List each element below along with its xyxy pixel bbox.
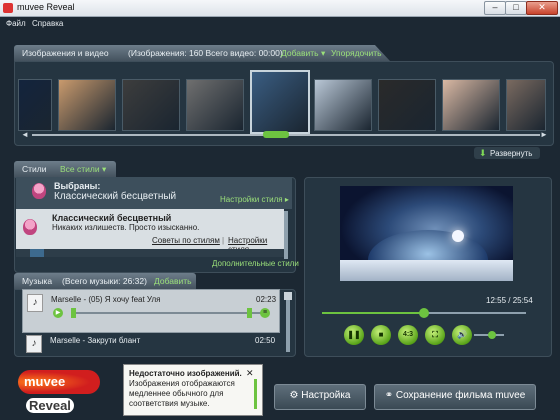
stop-button[interactable]: ■ xyxy=(371,325,391,345)
music-header: Музыка (Всего музыки: 26:32) Добавить xyxy=(14,273,196,289)
media-thumbnail[interactable] xyxy=(506,79,546,131)
style-tips-link[interactable]: Советы по стилям xyxy=(152,236,220,245)
logo-brand: muvee xyxy=(24,374,66,389)
seek-progress xyxy=(322,312,424,314)
menu-file[interactable]: Файл xyxy=(6,19,26,28)
selected-label: Выбраны: xyxy=(54,181,101,191)
styles-scrollbar[interactable] xyxy=(284,211,288,259)
play-icon[interactable]: ▶ xyxy=(53,308,63,318)
share-icon: ⚭ xyxy=(384,390,394,401)
style-list-item[interactable]: Классический бесцветный Никаких излишест… xyxy=(16,209,284,254)
chevron-down-icon: ▾ xyxy=(320,48,326,58)
arrow-down-icon: ⬇ xyxy=(479,148,487,158)
notice-body: Изображения отображаются медленнее обычн… xyxy=(129,379,235,408)
save-movie-button-label: Сохранение фильма muvee xyxy=(395,390,526,401)
style-thumbnail-icon xyxy=(23,219,37,235)
track-title: Marselle - Закрути блант xyxy=(50,336,141,345)
chevron-down-icon: ▾ xyxy=(101,164,107,174)
save-movie-button[interactable]: ⚭ Сохранение фильма muvee xyxy=(374,384,536,410)
playback-time: 12:55 / 25:54 xyxy=(486,296,533,305)
media-thumbnail[interactable] xyxy=(250,70,310,134)
media-thumbnail[interactable] xyxy=(18,79,52,131)
music-add-link[interactable]: Добавить xyxy=(154,276,192,286)
track-title: Marselle - (05) Я хочу feat Уля xyxy=(51,295,161,304)
media-thumbnail[interactable] xyxy=(442,79,500,131)
scroll-left-icon[interactable]: ◄ xyxy=(21,130,29,139)
snow-ground xyxy=(340,260,513,281)
gallery-summary: (Изображения: 160 Всего видео: 00:00) xyxy=(128,48,283,58)
muvee-reveal-logo: muvee Reveal xyxy=(18,370,100,413)
scroll-right-icon[interactable]: ► xyxy=(540,130,548,139)
style-item-title: Классический бесцветный xyxy=(52,213,172,223)
maximize-button[interactable]: □ xyxy=(505,1,527,15)
music-track-item[interactable]: ♪ Marselle - (05) Я хочу feat Уля 02:23 … xyxy=(22,289,280,333)
music-title: Музыка xyxy=(22,276,53,286)
menu-bar: Файл Справка xyxy=(0,17,560,31)
notice-close-button[interactable]: ✕ xyxy=(246,368,254,379)
pause-button[interactable]: ❚❚ xyxy=(344,325,364,345)
notice-popup: Недостаточно изображений. Изображения от… xyxy=(123,364,263,416)
chevron-down-icon: ▾ xyxy=(383,48,389,58)
gallery-title: Изображения и видео xyxy=(22,48,109,58)
notice-title: Недостаточно изображений. xyxy=(129,369,242,378)
media-thumbnail[interactable] xyxy=(314,79,372,131)
media-thumbnail[interactable] xyxy=(58,79,116,131)
seek-bar[interactable] xyxy=(322,308,526,318)
link-separator: | xyxy=(222,236,225,245)
style-settings-link[interactable]: Настройки стиля ▸ xyxy=(220,195,289,204)
style-item-description: Никаких излишеств. Просто изысканно. xyxy=(52,223,200,232)
seek-handle[interactable] xyxy=(419,308,429,318)
gallery-add-link[interactable]: Добавить ▾ xyxy=(281,48,325,59)
volume-slider[interactable] xyxy=(474,331,504,339)
settings-button[interactable]: ⚙ Настройка xyxy=(274,384,366,410)
track-duration: 02:50 xyxy=(255,336,276,345)
gallery-arrange-link[interactable]: Упорядочить ▾ xyxy=(331,48,388,59)
trim-end-handle[interactable] xyxy=(247,308,252,318)
selected-style-name: Классический бесцветный xyxy=(54,191,177,202)
logo-product: Reveal xyxy=(26,398,74,413)
more-styles-link[interactable]: Дополнительные стили xyxy=(212,259,299,268)
minimize-button[interactable]: – xyxy=(484,1,506,15)
media-thumbnail[interactable] xyxy=(378,79,436,131)
settings-button-label: Настройка xyxy=(301,390,351,401)
track-trim-bar[interactable] xyxy=(71,312,261,314)
music-scrollbar[interactable] xyxy=(284,292,292,352)
media-thumbnail[interactable] xyxy=(122,79,180,131)
app-icon xyxy=(3,3,13,13)
title-bar: muvee Reveal – □ ✕ xyxy=(0,0,560,17)
scroll-up-icon[interactable] xyxy=(284,292,292,300)
window-title: muvee Reveal xyxy=(17,2,75,12)
notice-scrollbar[interactable] xyxy=(254,379,257,409)
volume-icon[interactable]: 🔊 xyxy=(452,325,472,345)
styles-header: Стили Все стили ▾ xyxy=(14,161,116,177)
volume-handle[interactable] xyxy=(488,331,496,339)
styles-filter-dropdown[interactable]: Все стили ▾ xyxy=(60,164,106,175)
media-thumbnail[interactable] xyxy=(186,79,244,131)
trim-start-handle[interactable] xyxy=(71,308,76,318)
gallery-header: Изображения и видео (Изображения: 160 Вс… xyxy=(14,45,390,61)
selected-style-box: Выбраны: Классический бесцветный Настрой… xyxy=(16,177,292,209)
close-button[interactable]: ✕ xyxy=(526,1,558,15)
menu-help[interactable]: Справка xyxy=(32,19,63,28)
track-menu-icon[interactable]: ≡ xyxy=(260,308,270,318)
style-list-item[interactable] xyxy=(16,249,284,257)
fullscreen-button[interactable]: ⛶ xyxy=(425,325,445,345)
style-thumbnail-icon xyxy=(32,183,46,199)
gear-icon: ⚙ xyxy=(289,390,299,401)
sun-glow xyxy=(452,230,464,242)
styles-title: Стили xyxy=(22,164,47,174)
video-preview[interactable] xyxy=(340,186,513,281)
style-thumbnail-icon xyxy=(30,249,44,257)
expand-button[interactable]: ⬇ Развернуть xyxy=(474,147,540,159)
music-track-item[interactable]: ♪ Marselle - Закрути блант 02:50 xyxy=(22,332,278,354)
gallery-scroll-thumb[interactable] xyxy=(263,131,289,138)
aspect-ratio-button[interactable]: 4:3 xyxy=(398,325,418,345)
expand-label: Развернуть xyxy=(490,149,533,158)
track-duration: 02:23 xyxy=(256,295,277,304)
music-note-icon: ♪ xyxy=(27,294,43,312)
music-note-icon: ♪ xyxy=(26,335,42,353)
music-total: (Всего музыки: 26:32) xyxy=(62,276,147,286)
